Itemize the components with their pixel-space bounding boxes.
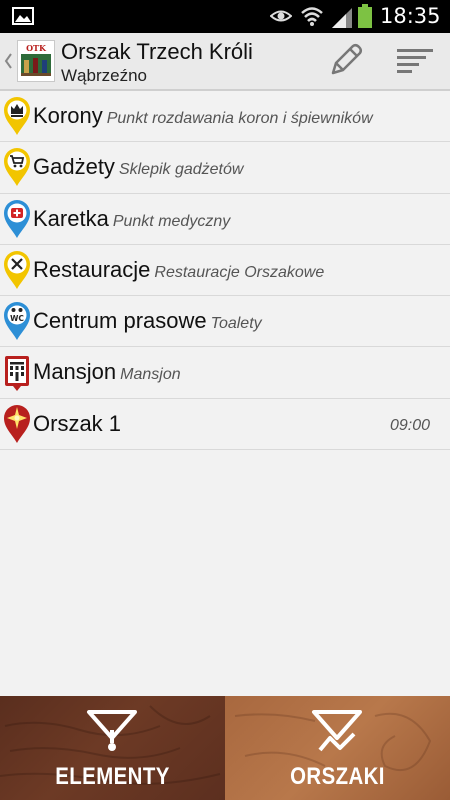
status-bar: 18:35 [0,0,450,33]
list-item-desc: Toalety [210,315,262,333]
list-item[interactable]: Gadżety Sklepik gadżetów [0,142,450,194]
list-item[interactable]: Restauracje Restauracje Orszakowe [0,244,450,297]
cart-pin-icon [4,148,30,187]
list-item[interactable]: WC Centrum prasowe Toalety [0,296,450,348]
back-chevron-icon[interactable] [2,49,14,73]
wc-label: WC [10,314,24,323]
list-item-name: Gadżety [33,154,115,180]
list-item-desc: Punkt medyczny [112,212,231,230]
medical-pin-icon [4,199,30,238]
building-pin-icon [5,356,29,392]
list-item-text: Karetka Punkt medyczny [33,206,230,232]
bottom-tab-bar: ELEMENTY ORSZAKI [0,696,450,800]
list-item-name: Restauracje [33,256,151,282]
list-item-desc: Restauracje Orszakowe [154,263,325,281]
app-logo[interactable]: OTK [17,40,55,82]
tab-elementy-label: ELEMENTY [55,763,170,790]
list-item-name: Korony [33,103,103,128]
list-item-text: Mansjon Mansjon [33,359,181,385]
tab-elementy[interactable]: ELEMENTY [0,696,225,800]
list-item[interactable]: Mansjon Mansjon [0,347,450,399]
eye-icon [270,10,292,22]
list-item-name: Centrum prasowe [33,308,207,334]
image-icon [12,7,34,25]
clock: 18:35 [380,4,441,28]
list-item-desc: Sklepik gadżetów [118,161,244,179]
list-item[interactable]: Korony Punkt rozdawania koron i śpiewnikó… [0,91,450,143]
list-item-time: 09:00 [389,416,430,434]
elements-list: Korony Punkt rozdawania koron i śpiewnikó… [0,91,450,451]
page-subtitle: Wąbrzeźno [61,66,147,85]
sort-icon[interactable] [395,45,435,77]
signal-icon [332,8,352,28]
list-item-text: Korony Punkt rozdawania koron i śpiewnikó… [33,103,373,129]
pencil-icon[interactable] [325,41,365,81]
list-item-name: Orszak 1 [33,410,122,436]
battery-icon [358,4,372,28]
list-item-text: Centrum prasowe Toalety [33,308,262,334]
list-item-desc: Punkt rozdawania koron i śpiewników [106,110,373,127]
crown-pin-icon [4,97,30,135]
filter-route-icon [312,710,362,752]
list-item-name: Karetka [33,205,109,231]
cutlery-pin-icon [4,250,30,289]
filter-pin-icon [87,710,137,751]
wc-pin-icon: WC [4,302,30,341]
action-bar: OTK Orszak Trzech Króli Wąbrzeźno [0,33,450,91]
tab-orszaki[interactable]: ORSZAKI [225,696,450,800]
app-logo-image: OTK [21,43,51,76]
list-item[interactable]: Karetka Punkt medyczny [0,193,450,245]
list-item-text: Orszak 1 [33,411,121,437]
star-pin-icon [4,404,30,443]
app-logo-text: OTK [26,43,47,53]
list-item-text: Restauracje Restauracje Orszakowe [33,257,324,283]
list-item-name: Mansjon [33,359,117,385]
tab-orszaki-label: ORSZAKI [290,763,385,790]
list-item[interactable]: Orszak 1 09:00 [0,398,450,451]
wifi-icon [301,7,323,26]
page-title: Orszak Trzech Króli [61,39,253,64]
list-item-text: Gadżety Sklepik gadżetów [33,154,243,180]
list-item-desc: Mansjon [120,366,181,384]
